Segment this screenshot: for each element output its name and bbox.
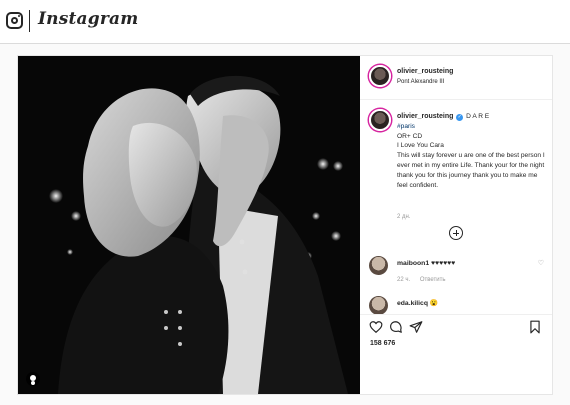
post-caption: olivier_rousteing ✓ D A R E #paris OR+ C… — [397, 112, 547, 190]
header-divider — [29, 10, 30, 32]
comment-username[interactable]: maiboon1 — [397, 260, 429, 267]
commenter-avatar[interactable] — [369, 256, 388, 275]
post-location[interactable]: Pont Alexandre III — [397, 79, 444, 85]
post-sidebar: olivier_rousteing Pont Alexandre III oli… — [360, 56, 552, 394]
caption-title: D A R E — [466, 113, 490, 120]
comment-icon[interactable] — [389, 320, 403, 334]
plus-circle-icon[interactable] — [449, 226, 463, 240]
caption-username[interactable]: olivier_rousteing — [397, 113, 453, 120]
instagram-glyph-icon[interactable] — [6, 12, 23, 29]
post-photo[interactable] — [18, 56, 360, 394]
likes-count[interactable]: 158 676 — [370, 340, 395, 347]
caption-time: 2 дн. — [397, 214, 411, 220]
commenter-avatar[interactable] — [369, 296, 388, 315]
caption-line: thank you for this journey thank you to … — [397, 171, 538, 189]
bookmark-icon[interactable] — [528, 320, 542, 334]
author-avatar[interactable] — [369, 65, 391, 87]
caption-line: I Love You Cara — [397, 142, 444, 150]
reply-link[interactable]: Ответить — [420, 277, 446, 283]
comment-body: maiboon1 ♥♥♥♥♥♥ — [397, 260, 455, 267]
instagram-wordmark[interactable]: Instagram — [38, 9, 138, 29]
post-actions: 158 676 — [360, 314, 552, 394]
comment-body: eda.kilicq 😮 — [397, 299, 438, 307]
top-bar: Instagram — [0, 0, 570, 44]
verified-badge-icon: ✓ — [456, 114, 464, 121]
heart-icon[interactable] — [369, 320, 383, 334]
post-header: olivier_rousteing Pont Alexandre III — [360, 56, 552, 100]
comment-username[interactable]: eda.kilicq — [397, 300, 428, 307]
post-card: olivier_rousteing Pont Alexandre III oli… — [17, 55, 553, 395]
comment-time: 22 ч. — [397, 277, 411, 283]
comment-text: ♥♥♥♥♥♥ — [431, 260, 456, 267]
caption-avatar[interactable] — [369, 109, 391, 131]
share-icon[interactable] — [409, 320, 423, 334]
comment-like-icon[interactable]: ♡ — [538, 259, 544, 267]
comment-text: 😮 — [429, 300, 439, 307]
author-username[interactable]: olivier_rousteing — [397, 68, 453, 75]
caption-line: This will stay forever u are one of the … — [397, 152, 545, 169]
caption-hashtag[interactable]: #paris — [397, 122, 547, 132]
comment-meta: 22 ч. Ответить — [397, 277, 453, 283]
caption-line: OR+ CD — [397, 132, 423, 140]
user-tag-icon[interactable] — [26, 372, 40, 386]
